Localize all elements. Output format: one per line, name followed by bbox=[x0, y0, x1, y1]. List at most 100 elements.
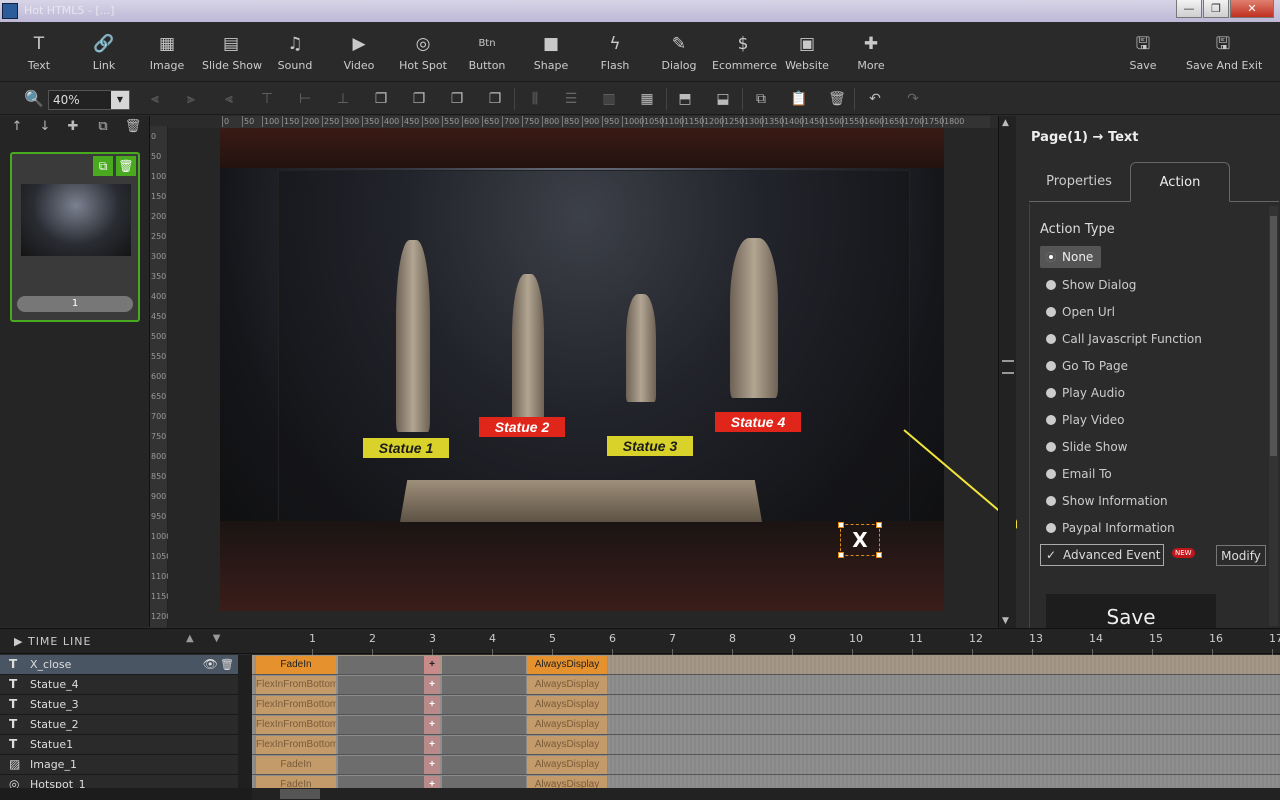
align-right-icon[interactable]: ⫷ bbox=[220, 90, 238, 108]
layer-row[interactable]: T Statue_3 bbox=[0, 695, 238, 715]
timeline-sort-icons[interactable]: ▲ ▼ bbox=[186, 633, 220, 644]
page-thumbnail[interactable]: ⧉ 🗑 1 bbox=[10, 152, 140, 322]
align-left-icon[interactable]: ⫷ bbox=[146, 90, 164, 108]
timeline-hscrollbar[interactable] bbox=[252, 788, 1280, 800]
send-backward-icon[interactable]: ❐ bbox=[448, 90, 466, 108]
timeline-title[interactable]: ▶ TIME LINE bbox=[14, 635, 91, 648]
entrance-effect-block[interactable]: FadeIn bbox=[256, 756, 336, 774]
bring-front-icon[interactable]: ❐ bbox=[372, 90, 390, 108]
copy-icon[interactable]: ⧉ bbox=[93, 156, 113, 176]
toolbar-website-button[interactable]: ▣ Website bbox=[782, 22, 832, 82]
display-effect-block[interactable]: AlwaysDisplay bbox=[527, 716, 607, 734]
statue-3-label[interactable]: Statue 3 bbox=[607, 436, 693, 456]
timeline-gap[interactable] bbox=[442, 736, 526, 754]
advanced-event-checkbox[interactable]: ✓ Advanced Event bbox=[1040, 544, 1164, 566]
add-page-icon[interactable]: ✚ bbox=[64, 119, 82, 137]
toolbar-save-exit-button[interactable]: 🖫 Save And Exit bbox=[1186, 22, 1262, 82]
trash-icon[interactable]: 🗑 bbox=[220, 655, 234, 674]
timeline-gap[interactable] bbox=[338, 656, 426, 674]
timeline-track[interactable]: FlexInFromBottom + AlwaysDisplay bbox=[252, 715, 1280, 735]
action-option-slide-show[interactable]: Slide Show bbox=[1040, 436, 1127, 458]
save-button[interactable]: Save bbox=[1046, 594, 1216, 630]
modify-button[interactable]: Modify bbox=[1216, 545, 1266, 566]
zoom-select[interactable]: 40% ▼ bbox=[48, 90, 130, 110]
statue-1-label[interactable]: Statue 1 bbox=[363, 438, 449, 458]
layer-row[interactable]: ▨ Image_1 bbox=[0, 755, 238, 775]
toolbar-button-button[interactable]: Btn Button bbox=[462, 22, 512, 82]
distribute-h-icon[interactable]: ⫼ bbox=[526, 90, 544, 108]
copy-icon[interactable]: ⧉ bbox=[752, 90, 770, 108]
action-option-show-dialog[interactable]: Show Dialog bbox=[1040, 274, 1136, 296]
statue-4-label[interactable]: Statue 4 bbox=[715, 412, 801, 432]
scroll-up-icon[interactable]: ▲ bbox=[1002, 118, 1009, 128]
action-option-play-audio[interactable]: Play Audio bbox=[1040, 382, 1125, 404]
toolbar-hotspot-button[interactable]: ◎ Hot Spot bbox=[398, 22, 448, 82]
timeline-gap[interactable] bbox=[338, 696, 426, 714]
x-close-text[interactable]: X bbox=[838, 522, 882, 558]
undo-icon[interactable]: ↶ bbox=[866, 90, 884, 108]
maximize-button[interactable]: ❐ bbox=[1203, 0, 1229, 18]
display-effect-block[interactable]: AlwaysDisplay bbox=[527, 676, 607, 694]
timeline-track[interactable]: FadeIn + AlwaysDisplay bbox=[252, 655, 1280, 675]
layer-scrollbar[interactable] bbox=[238, 655, 252, 788]
trash-icon[interactable]: 🗑 bbox=[116, 156, 136, 176]
toolbar-shape-button[interactable]: ■ Shape bbox=[526, 22, 576, 82]
send-back-icon[interactable]: ❐ bbox=[486, 90, 504, 108]
timeline-gap[interactable] bbox=[442, 696, 526, 714]
align-top-icon[interactable]: ⊤ bbox=[258, 90, 276, 108]
same-size-icon[interactable]: ▥ bbox=[600, 90, 618, 108]
action-option-email-to[interactable]: Email To bbox=[1040, 463, 1112, 485]
layer-row[interactable]: T Statue_2 bbox=[0, 715, 238, 735]
timeline-gap[interactable] bbox=[338, 676, 426, 694]
stage-scrollbar[interactable]: ▲ ▼ bbox=[998, 116, 1016, 628]
toolbar-more-button[interactable]: ✚ More bbox=[846, 22, 896, 82]
align-bottom-icon[interactable]: ⊥ bbox=[334, 90, 352, 108]
statue-2-label[interactable]: Statue 2 bbox=[479, 417, 565, 437]
add-keyframe-icon[interactable]: + bbox=[424, 696, 440, 714]
timeline-gap[interactable] bbox=[442, 676, 526, 694]
toolbar-slideshow-button[interactable]: ▤ Slide Show bbox=[202, 22, 262, 82]
display-effect-block[interactable]: AlwaysDisplay bbox=[527, 736, 607, 754]
duplicate-page-icon[interactable]: ⧉ bbox=[94, 119, 112, 137]
entrance-effect-block[interactable]: FlexInFromBottom bbox=[256, 736, 336, 754]
page-canvas[interactable]: Statue 1 Statue 2 Statue 3 Statue 4 X bbox=[220, 128, 944, 611]
action-option-paypal[interactable]: Paypal Information bbox=[1040, 517, 1175, 539]
redo-icon[interactable]: ↷ bbox=[904, 90, 922, 108]
layer-row[interactable]: T X_close 👁 🗑 bbox=[0, 655, 238, 675]
properties-scrollbar[interactable] bbox=[1269, 206, 1278, 626]
toolbar-dialog-button[interactable]: ✎ Dialog bbox=[654, 22, 704, 82]
align-middle-icon[interactable]: ⊢ bbox=[296, 90, 314, 108]
display-effect-block[interactable]: AlwaysDisplay bbox=[527, 756, 607, 774]
toolbar-ecommerce-button[interactable]: $ Ecommerce bbox=[712, 22, 777, 82]
grid-icon[interactable]: ▦ bbox=[638, 90, 656, 108]
close-window-button[interactable]: ✕ bbox=[1230, 0, 1274, 18]
delete-page-icon[interactable]: 🗑 bbox=[124, 119, 142, 137]
delete-icon[interactable]: 🗑 bbox=[828, 90, 846, 108]
action-option-go-to-page[interactable]: Go To Page bbox=[1040, 355, 1128, 377]
action-option-none[interactable]: None bbox=[1040, 246, 1102, 268]
timeline-track[interactable]: FadeIn + AlwaysDisplay bbox=[252, 755, 1280, 775]
toolbar-link-button[interactable]: 🔗 Link bbox=[79, 22, 129, 82]
zoom-icon[interactable]: 🔍 bbox=[24, 89, 44, 109]
add-keyframe-icon[interactable]: + bbox=[424, 716, 440, 734]
action-option-show-information[interactable]: Show Information bbox=[1040, 490, 1168, 512]
move-up-icon[interactable]: ↑ bbox=[8, 119, 26, 137]
align-center-icon[interactable]: ⫸ bbox=[182, 90, 200, 108]
timeline-gap[interactable] bbox=[338, 756, 426, 774]
timeline-track[interactable]: FlexInFromBottom + AlwaysDisplay bbox=[252, 695, 1280, 715]
display-effect-block[interactable]: AlwaysDisplay bbox=[527, 656, 607, 674]
add-keyframe-icon[interactable]: + bbox=[424, 756, 440, 774]
action-option-play-video[interactable]: Play Video bbox=[1040, 409, 1124, 431]
toolbar-sound-button[interactable]: ♫ Sound bbox=[270, 22, 320, 82]
bring-forward-icon[interactable]: ❐ bbox=[410, 90, 428, 108]
move-down-icon[interactable]: ↓ bbox=[36, 119, 54, 137]
display-effect-block[interactable]: AlwaysDisplay bbox=[527, 696, 607, 714]
layer-row[interactable]: T Statue_4 bbox=[0, 675, 238, 695]
entrance-effect-block[interactable]: FadeIn bbox=[256, 656, 336, 674]
timeline-gap[interactable] bbox=[442, 716, 526, 734]
add-keyframe-icon[interactable]: + bbox=[424, 656, 440, 674]
chevron-down-icon[interactable]: ▼ bbox=[111, 91, 129, 109]
toolbar-save-button[interactable]: 🖫 Save bbox=[1118, 22, 1168, 82]
eye-icon[interactable]: 👁 bbox=[203, 655, 218, 674]
action-option-open-url[interactable]: Open Url bbox=[1040, 301, 1115, 323]
